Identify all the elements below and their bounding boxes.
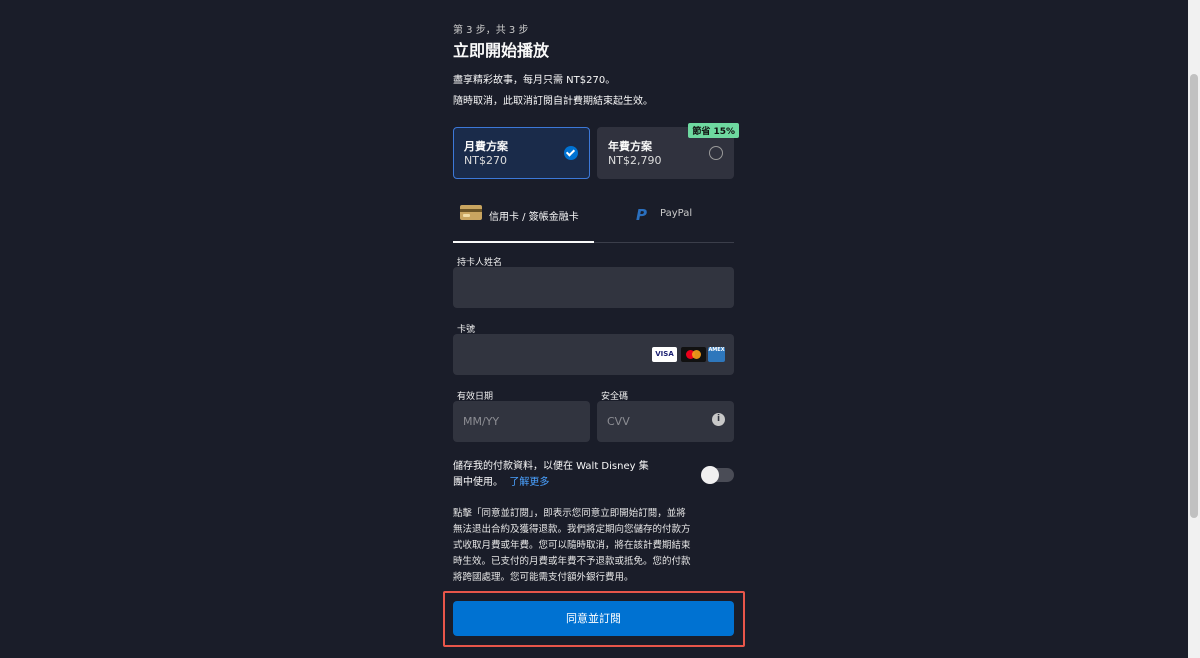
learn-more-link[interactable]: 了解更多 (509, 477, 549, 488)
legal-text: 點擊「同意並訂閱」，即表示您同意立即開始訂閱，並將 無法退出合約及獲得退款。我們… (453, 506, 743, 586)
tab-card[interactable]: 信用卡 / 簽帳金融卡 (453, 196, 594, 243)
save-payment-text-line2: 團中使用。 (453, 477, 503, 488)
legal-line: 式收取月費或年費。您可以隨時取消，將在該計費期結束 (453, 540, 691, 551)
info-icon[interactable]: i (712, 413, 725, 426)
cvv-input[interactable]: CVV i (597, 401, 734, 442)
intro-cancel-text: 隨時取消，此取消訂閱自計費期結束起生效。 (453, 96, 653, 107)
plan-monthly[interactable]: 月費方案 NT$270 (453, 127, 590, 179)
toggle-knob (701, 466, 719, 484)
save-payment-text-2: 團中使用。 了解更多 (453, 474, 549, 491)
step-indicator: 第 3 步，共 3 步 (453, 25, 529, 36)
checkmark-icon (564, 146, 578, 160)
plan-annual-name: 年費方案 (608, 140, 652, 153)
expiry-placeholder: MM/YY (463, 415, 500, 428)
plan-monthly-price: NT$270 (464, 154, 507, 167)
cardholder-name-input[interactable] (453, 267, 734, 308)
save-payment-toggle[interactable] (701, 466, 734, 484)
paypal-icon: P (636, 206, 647, 224)
scrollbar-thumb[interactable] (1190, 74, 1198, 518)
active-tab-underline (453, 241, 594, 243)
mastercard-icon (681, 347, 706, 362)
plan-monthly-name: 月費方案 (464, 140, 508, 153)
highlight-box (443, 591, 745, 647)
amex-icon: AMEX (708, 347, 725, 362)
cvv-placeholder: CVV (607, 415, 630, 428)
save-payment-text: 儲存我的付款資料，以便在 Walt Disney 集 (453, 461, 649, 472)
legal-line: 時生效。已支付的月費或年費不予退款或抵免。您的付款 (453, 556, 691, 567)
credit-card-icon (460, 205, 482, 220)
page-scrollbar[interactable] (1188, 0, 1200, 658)
radio-unchecked-icon (709, 146, 723, 160)
savings-badge: 節省 15% (688, 123, 739, 138)
legal-line: 無法退出合約及獲得退款。我們將定期向您儲存的付款方 (453, 524, 691, 535)
tab-paypal[interactable]: P PayPal (594, 196, 734, 242)
mastercard-yellow-circle (692, 350, 701, 359)
card-number-input[interactable]: VISA AMEX (453, 334, 734, 375)
payment-method-tabs: 信用卡 / 簽帳金融卡 P PayPal (453, 196, 734, 243)
page-title: 立即開始播放 (453, 41, 550, 60)
legal-line: 將跨國處理。您可能需支付額外銀行費用。 (453, 572, 634, 583)
visa-icon: VISA (652, 347, 677, 362)
legal-line: 點擊「同意並訂閱」，即表示您同意立即開始訂閱，並將 (453, 508, 686, 519)
intro-price-text: 盡享精彩故事，每月只需 NT$270。 (453, 75, 616, 86)
tab-card-label: 信用卡 / 簽帳金融卡 (489, 212, 579, 223)
plan-annual[interactable]: 節省 15% 年費方案 NT$2,790 (597, 123, 739, 179)
expiry-input[interactable]: MM/YY (453, 401, 590, 442)
plan-annual-price: NT$2,790 (608, 154, 662, 167)
tab-paypal-label: PayPal (660, 208, 693, 219)
